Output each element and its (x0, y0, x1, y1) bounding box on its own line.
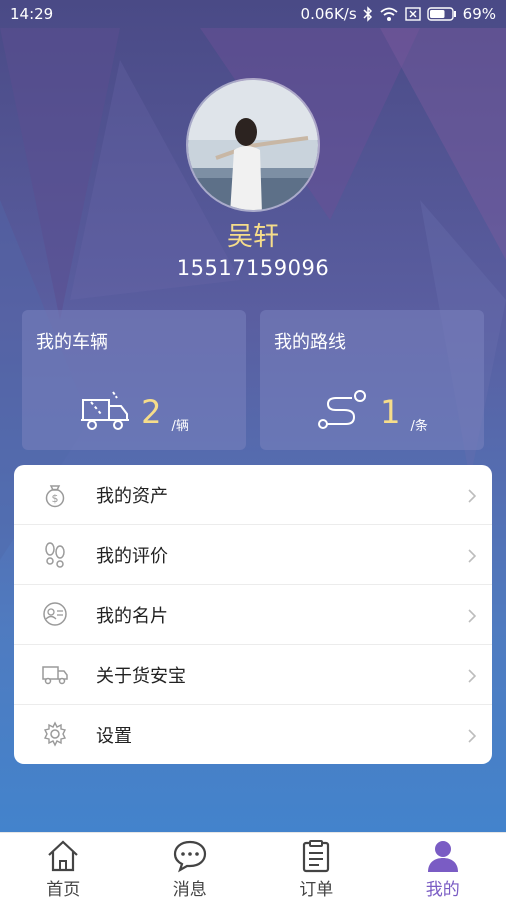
gear-icon (41, 720, 69, 748)
bottom-tab-bar: 首页 消息 订单 我的 (0, 832, 506, 900)
route-icon (316, 388, 370, 436)
tab-profile[interactable]: 我的 (380, 833, 506, 900)
chevron-right-icon (468, 548, 477, 567)
vehicle-unit: /辆 (171, 419, 189, 434)
chevron-right-icon (468, 608, 477, 627)
menu-label: 关于货安宝 (96, 665, 186, 687)
money-bag-icon: $ (41, 480, 69, 508)
menu-item-about[interactable]: 关于货安宝 (14, 645, 492, 705)
my-routes-card[interactable]: 我的路线 1 /条 (260, 310, 484, 450)
my-vehicles-card[interactable]: 我的车辆 2 /辆 (22, 310, 246, 450)
network-speed: 0.06K/s (300, 5, 357, 23)
vehicle-count: 2 (141, 393, 162, 431)
route-count: 1 (380, 393, 401, 431)
avatar[interactable] (186, 78, 320, 212)
menu-item-business-card[interactable]: 我的名片 (14, 585, 492, 645)
battery-percent: 69% (462, 5, 496, 23)
card-title: 我的路线 (274, 332, 346, 353)
status-time: 14:29 (10, 5, 54, 23)
clipboard-icon (298, 839, 334, 873)
menu-label: 我的评价 (96, 545, 168, 567)
home-icon (45, 839, 81, 873)
profile-menu: $ 我的资产 我的评价 我的名片 关于货安宝 设置 (14, 465, 492, 764)
menu-label: 我的资产 (96, 485, 168, 507)
menu-label: 我的名片 (96, 605, 168, 627)
sim-off-icon (404, 7, 421, 21)
footprints-icon (41, 540, 69, 568)
svg-text:$: $ (52, 492, 59, 505)
menu-item-reviews[interactable]: 我的评价 (14, 525, 492, 585)
card-title: 我的车辆 (36, 332, 108, 353)
tab-label: 消息 (172, 880, 207, 900)
chevron-right-icon (468, 488, 477, 507)
tab-label: 首页 (46, 880, 81, 900)
menu-label: 设置 (96, 726, 132, 747)
tab-orders[interactable]: 订单 (253, 833, 380, 900)
tab-label: 订单 (299, 880, 334, 900)
route-unit: /条 (410, 419, 428, 434)
bluetooth-icon (363, 6, 373, 22)
truck-icon (79, 388, 131, 436)
menu-item-settings[interactable]: 设置 (14, 705, 492, 764)
user-name: 吴轩 (226, 222, 279, 252)
truck-icon (41, 660, 69, 688)
battery-icon (426, 7, 457, 21)
user-phone: 15517159096 (176, 256, 330, 280)
id-card-icon (41, 600, 69, 628)
user-icon (425, 839, 461, 873)
tab-messages[interactable]: 消息 (127, 833, 254, 900)
tab-label: 我的 (425, 880, 460, 900)
chevron-right-icon (468, 728, 477, 747)
tab-home[interactable]: 首页 (0, 833, 127, 900)
wifi-icon (379, 6, 399, 22)
chat-icon (172, 839, 208, 873)
menu-item-assets[interactable]: $ 我的资产 (14, 465, 492, 525)
chevron-right-icon (468, 668, 477, 687)
status-bar: 14:29 0.06K/s 69% (0, 0, 506, 28)
